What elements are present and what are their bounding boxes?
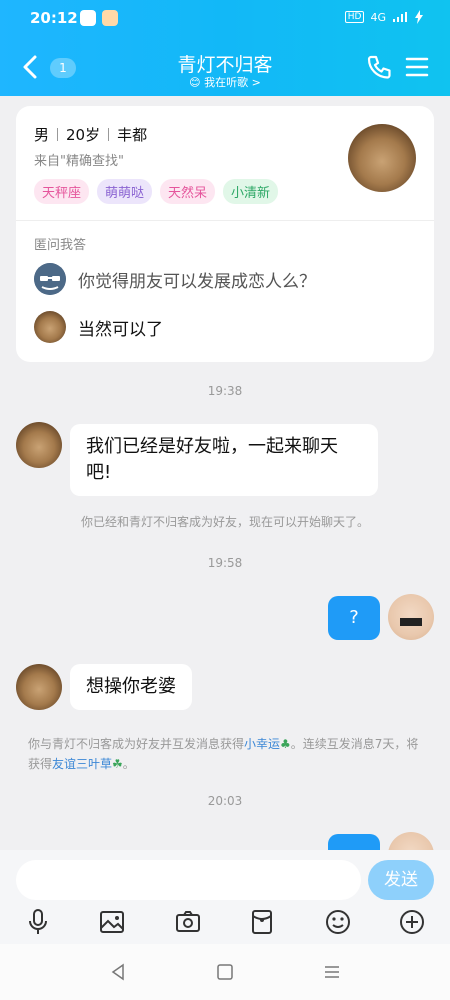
nav-recent-icon[interactable] — [322, 962, 342, 982]
clover-link[interactable]: 友谊三叶草 — [52, 757, 112, 771]
answer-avatar — [34, 311, 66, 343]
system-nav-bar — [0, 944, 450, 1000]
my-message-bubble[interactable]: ? — [328, 596, 380, 640]
emoji-face-icon: 😊 — [189, 76, 201, 89]
friend-source: 来自"精确查找" — [34, 154, 124, 169]
status-time: 20:12 — [30, 9, 78, 27]
tag-0: 天秤座 — [34, 179, 90, 204]
network-label: 4G — [370, 10, 386, 24]
tag-3: 小清新 — [223, 179, 279, 204]
phone-icon[interactable] — [366, 54, 392, 80]
reward-text-c: 。 — [122, 757, 135, 771]
tag-list: 天秤座 萌萌哒 天然呆 小清新 — [34, 179, 279, 204]
status-right: HD 4G — [344, 10, 424, 24]
signal-icon — [393, 12, 407, 22]
city: 丰都 — [117, 126, 148, 144]
image-icon[interactable] — [98, 908, 126, 936]
gender: 男 — [34, 126, 50, 144]
qa-question[interactable]: 你觉得朋友可以发展成恋人么？ — [34, 263, 316, 295]
qa-title: 匿问我答 — [34, 238, 87, 253]
profile-info: 男 20岁 丰都 — [34, 124, 147, 145]
lucky-link[interactable]: 小幸运 — [244, 737, 280, 751]
send-button[interactable]: 发送 — [368, 860, 434, 900]
app-notification-icon — [102, 10, 118, 26]
music-status: 我在听歌 > — [204, 76, 261, 89]
system-message-reward: 你与青灯不归客成为好友并互发消息获得小幸运♣。连续互发消息7天，将获得友谊三叶草… — [24, 734, 426, 774]
question-text: 你觉得朋友可以发展成恋人么？ — [78, 271, 316, 292]
sprout-icon: ♣ — [280, 737, 291, 751]
camera-icon[interactable] — [174, 908, 202, 936]
profile-card[interactable]: 男 20岁 丰都 来自"精确查找" 天秤座 萌萌哒 天然呆 小清新 匿问我答 你… — [16, 106, 434, 362]
input-area: 发送 — [0, 850, 450, 944]
system-message: 你已经和青灯不归客成为好友，现在可以开始聊天了。 — [80, 515, 369, 529]
menu-icon[interactable] — [404, 54, 430, 80]
my-avatar[interactable]: ... — [388, 594, 434, 640]
message-input[interactable] — [16, 860, 361, 900]
battery-charging-icon — [415, 10, 423, 24]
clover-icon: ☘ — [112, 757, 123, 771]
anonymous-avatar — [34, 263, 66, 295]
message-bubble[interactable]: 我们已经是好友啦，一起来聊天吧! — [70, 424, 378, 496]
message-bubble[interactable]: 想操你老婆 — [70, 664, 192, 710]
timestamp: 19:58 — [207, 556, 243, 570]
profile-avatar[interactable] — [348, 124, 416, 192]
divider — [16, 220, 434, 221]
separator — [57, 128, 59, 141]
red-packet-icon[interactable] — [248, 908, 276, 936]
voice-icon[interactable] — [24, 908, 52, 936]
answer-text: 当然可以了 — [78, 319, 163, 340]
nav-back-icon[interactable] — [108, 962, 128, 982]
contact-avatar[interactable] — [16, 422, 62, 468]
hd-badge: HD — [344, 11, 365, 23]
reward-text-a: 你与青灯不归客成为好友并互发消息获得 — [28, 737, 245, 751]
contact-avatar[interactable] — [16, 664, 62, 710]
age: 20岁 — [66, 126, 101, 144]
input-toolbar — [0, 908, 450, 940]
emoji-icon[interactable] — [324, 908, 352, 936]
notification-icon — [80, 10, 96, 26]
status-bar: 20:12 HD 4G — [0, 0, 450, 38]
tag-1: 萌萌哒 — [97, 179, 153, 204]
separator — [108, 128, 110, 141]
timestamp: 20:03 — [207, 794, 243, 808]
plus-icon[interactable] — [398, 908, 426, 936]
tag-2: 天然呆 — [160, 179, 216, 204]
nav-home-icon[interactable] — [215, 962, 235, 982]
timestamp: 19:38 — [207, 384, 243, 398]
qa-answer[interactable]: 当然可以了 — [34, 311, 163, 343]
